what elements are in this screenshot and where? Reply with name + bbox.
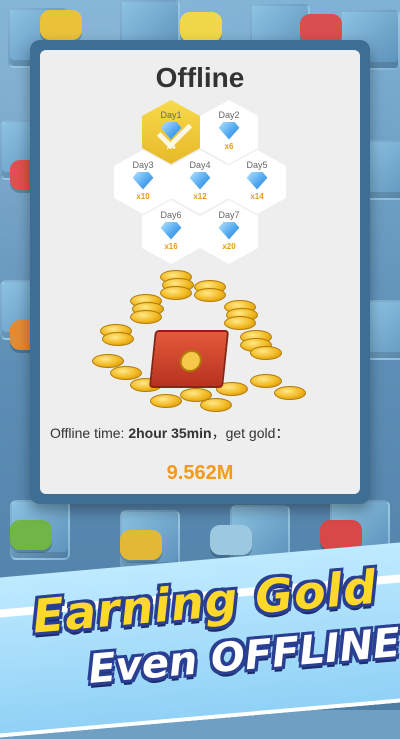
robot-icon bbox=[210, 525, 252, 555]
reward-day-label: Day2 bbox=[218, 109, 240, 120]
robot-icon bbox=[40, 10, 82, 40]
reward-day-label: Day6 bbox=[160, 209, 182, 220]
coin-pile-chest-icon bbox=[90, 270, 310, 420]
reward-day-label: Day5 bbox=[246, 159, 268, 170]
board-tile bbox=[366, 300, 400, 360]
reward-day-label: Day3 bbox=[132, 159, 154, 170]
reward-quantity: x12 bbox=[193, 191, 207, 201]
diamond-gem-icon bbox=[246, 171, 268, 190]
offline-time-text: Offline time: 2hour 35min，get gold： bbox=[50, 424, 350, 442]
offline-time-suffix: ，get gold： bbox=[211, 425, 290, 441]
diamond-gem-icon bbox=[189, 171, 211, 190]
reward-quantity: x10 bbox=[136, 191, 150, 201]
reward-quantity: x20 bbox=[222, 241, 236, 251]
robot-icon bbox=[10, 520, 52, 550]
offline-gold-amount: 9.562M bbox=[166, 462, 234, 484]
reward-quantity: x6 bbox=[224, 141, 234, 151]
robot-icon bbox=[180, 12, 222, 42]
robot-icon bbox=[120, 530, 162, 560]
reward-day-label: Day7 bbox=[218, 209, 240, 220]
offline-time-prefix: Offline time: bbox=[50, 425, 129, 441]
offline-duration: 2hour 35min bbox=[128, 425, 212, 441]
reward-quantity: x16 bbox=[164, 241, 178, 251]
dialog-title: Offline bbox=[155, 62, 245, 93]
reward-quantity: x14 bbox=[250, 191, 264, 201]
diamond-gem-icon bbox=[218, 121, 240, 140]
diamond-gem-icon bbox=[160, 221, 182, 240]
treasure-chest-icon bbox=[148, 330, 230, 388]
reward-day-label: Day4 bbox=[189, 159, 211, 170]
diamond-gem-icon bbox=[132, 171, 154, 190]
diamond-gem-icon bbox=[218, 221, 240, 240]
